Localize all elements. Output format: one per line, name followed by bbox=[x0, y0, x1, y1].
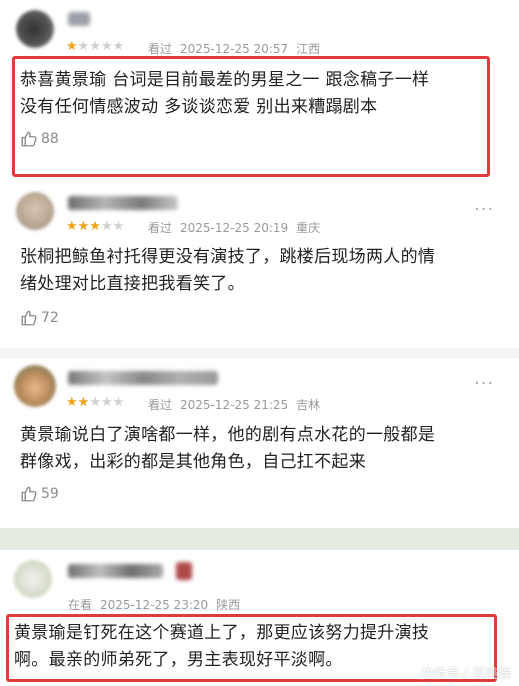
review-datetime: 2025-12-25 23:20 bbox=[100, 598, 209, 612]
review-datetime: 2025-12-25 20:19 bbox=[180, 221, 289, 235]
review-card-4: 在看 2025-12-25 23:20 陕西 黄景瑜是钉死在这个赛道上了，那更应该努… bbox=[0, 550, 519, 686]
review-meta: 在看 2025-12-25 23:20 陕西 bbox=[68, 598, 248, 612]
review-text: 张桐把鲸鱼衬托得更没有演技了，跳楼后现场两人的情 绪处理对比直接把我看笑了。 bbox=[20, 244, 435, 298]
star-icon: ★★ bbox=[66, 395, 90, 410]
like-count: 59 bbox=[41, 486, 59, 502]
rating-stars: ★★★★★ bbox=[66, 220, 124, 234]
review-card-3: ★★★★★ 看过 2025-12-25 21:25 吉林 ··· 黄景瑜说白了演啥都… bbox=[0, 358, 519, 528]
review-card-1: ★★★★★ 看过 2025-12-25 20:57 江西 恭喜黄景瑜 台词是目前最差… bbox=[0, 0, 519, 187]
rating-stars: ★★★★★ bbox=[66, 396, 124, 410]
review-text: 黄景瑜说白了演啥都一样，他的剧有点水花的一般都是 群像戏，出彩的都是其他角色，自… bbox=[20, 422, 435, 476]
review-card-2: ★★★★★ 看过 2025-12-25 20:19 重庆 ··· 张桐把鲸鱼衬托得更… bbox=[0, 187, 519, 355]
review-datetime: 2025-12-25 21:25 bbox=[180, 398, 289, 412]
thumbs-up-icon bbox=[21, 310, 37, 326]
watch-status: 看过 bbox=[148, 42, 173, 56]
review-datetime: 2025-12-25 20:57 bbox=[180, 42, 289, 56]
more-options-icon[interactable]: ··· bbox=[474, 375, 494, 393]
review-text-line: 张桐把鲸鱼衬托得更没有演技了，跳楼后现场两人的情 bbox=[20, 247, 436, 267]
review-location: 重庆 bbox=[296, 221, 321, 235]
review-location: 江西 bbox=[296, 42, 321, 56]
watch-status: 在看 bbox=[68, 598, 93, 612]
badge-blurred bbox=[176, 562, 192, 580]
username-blurred[interactable] bbox=[68, 196, 178, 210]
review-text-line: 黄景瑜说白了演啥都一样，他的剧有点水花的一般都是 bbox=[20, 425, 436, 445]
highlight-box bbox=[12, 56, 490, 177]
section-divider bbox=[0, 528, 519, 550]
avatar[interactable] bbox=[16, 10, 54, 48]
star-icon: ★ bbox=[66, 39, 78, 54]
star-icon: ★★★ bbox=[89, 395, 125, 410]
review-meta: 看过 2025-12-25 21:25 吉林 bbox=[148, 398, 328, 412]
more-options-icon[interactable]: ··· bbox=[474, 201, 494, 219]
star-icon: ★★★ bbox=[66, 219, 101, 234]
review-location: 吉林 bbox=[296, 398, 321, 412]
avatar[interactable] bbox=[14, 365, 56, 407]
avatar[interactable] bbox=[14, 560, 52, 598]
watermark: 快传号 / 亚美娱 bbox=[420, 667, 511, 682]
section-divider bbox=[0, 348, 519, 358]
like-button[interactable]: 59 bbox=[20, 485, 59, 503]
username-blurred[interactable] bbox=[68, 12, 90, 26]
review-meta: 看过 2025-12-25 20:19 重庆 bbox=[148, 221, 328, 235]
review-location: 陕西 bbox=[216, 598, 241, 612]
review-text-line: 群像戏，出彩的都是其他角色，自己扛不起来 bbox=[20, 452, 366, 472]
review-text-line: 绪处理对比直接把我看笑了。 bbox=[20, 274, 245, 294]
thumbs-up-icon bbox=[21, 486, 37, 502]
star-icon: ★★ bbox=[100, 219, 125, 234]
star-icon: ★★★★ bbox=[77, 39, 125, 54]
like-button[interactable]: 72 bbox=[20, 309, 59, 327]
watch-status: 看过 bbox=[148, 221, 173, 235]
avatar[interactable] bbox=[16, 192, 54, 230]
watch-status: 看过 bbox=[148, 398, 173, 412]
username-blurred[interactable] bbox=[68, 371, 218, 385]
rating-stars: ★★★★★ bbox=[66, 40, 124, 54]
like-count: 72 bbox=[41, 310, 59, 326]
username-blurred[interactable] bbox=[68, 564, 163, 578]
review-meta: 看过 2025-12-25 20:57 江西 bbox=[148, 42, 328, 56]
